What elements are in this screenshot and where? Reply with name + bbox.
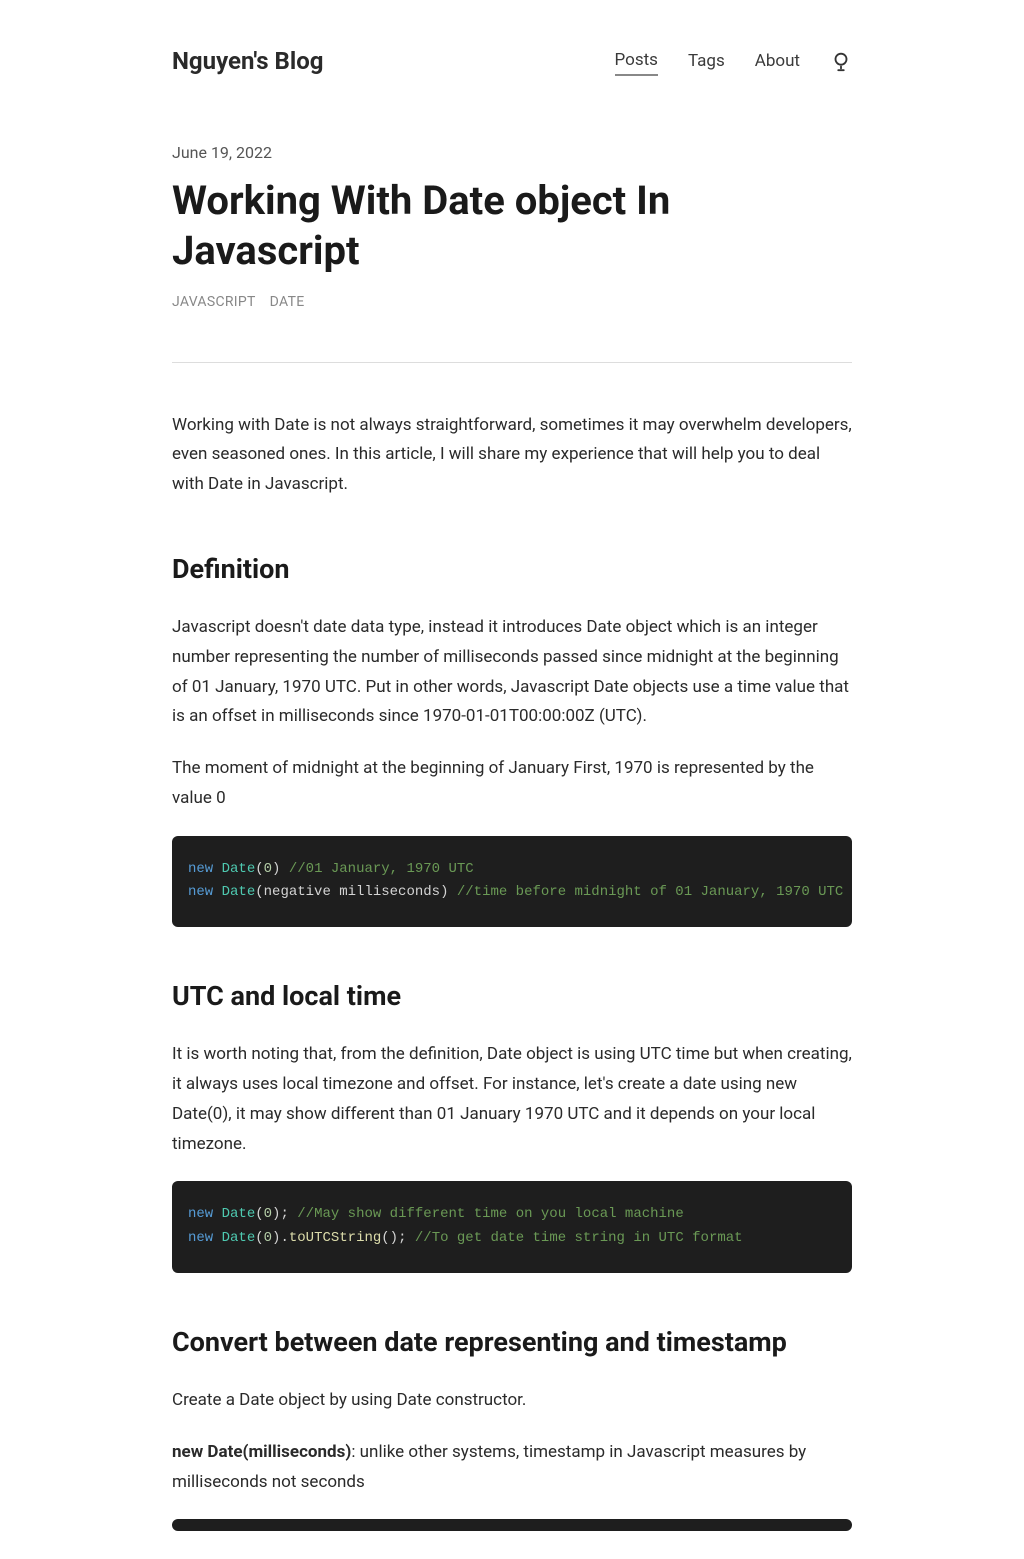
definition-p1: Javascript doesn't date data type, inste… xyxy=(172,613,852,732)
nav-posts[interactable]: Posts xyxy=(615,47,658,76)
nav-about[interactable]: About xyxy=(755,48,800,75)
post-content: Working with Date is not always straight… xyxy=(172,411,852,1532)
convert-p2: new Date(milliseconds): unlike other sys… xyxy=(172,1438,852,1498)
code-block-3 xyxy=(172,1519,852,1531)
site-header: Nguyen's Blog Posts Tags About xyxy=(172,0,852,110)
nav-tags[interactable]: Tags xyxy=(688,48,725,75)
convert-p1: Create a Date object by using Date const… xyxy=(172,1386,852,1416)
post-title: Working With Date object In Javascript xyxy=(172,176,852,276)
divider xyxy=(172,362,852,363)
heading-utc: UTC and local time xyxy=(172,975,852,1018)
lightbulb-icon xyxy=(830,50,852,72)
tag-javascript[interactable]: JAVASCRIPT xyxy=(172,294,256,310)
definition-p2: The moment of midnight at the beginning … xyxy=(172,754,852,814)
tag-date[interactable]: DATE xyxy=(270,294,305,310)
post-tags: JAVASCRIPT DATE xyxy=(172,288,852,314)
code-block-1: new Date(0) //01 January, 1970 UTC new D… xyxy=(172,836,852,928)
theme-toggle-button[interactable] xyxy=(830,50,852,72)
heading-definition: Definition xyxy=(172,548,852,591)
code-block-2: new Date(0); //May show different time o… xyxy=(172,1181,852,1273)
heading-convert: Convert between date representing and ti… xyxy=(172,1321,852,1364)
site-title-link[interactable]: Nguyen's Blog xyxy=(172,42,323,80)
utc-p1: It is worth noting that, from the defini… xyxy=(172,1040,852,1159)
post-date: June 19, 2022 xyxy=(172,140,852,166)
intro-paragraph: Working with Date is not always straight… xyxy=(172,411,852,500)
main-nav: Posts Tags About xyxy=(615,47,852,76)
